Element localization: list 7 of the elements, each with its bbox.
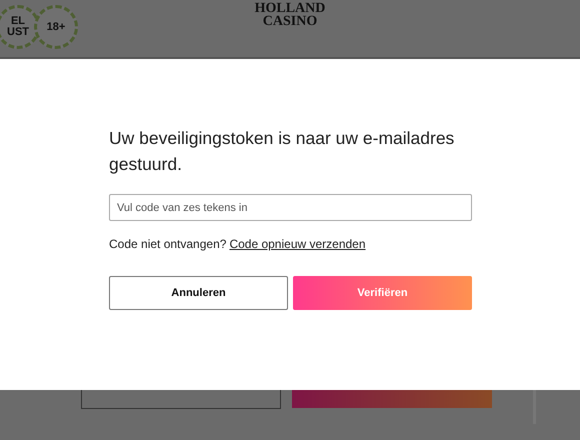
resend-prompt: Code niet ontvangen? [109,237,226,251]
casino-logo: HOLLAND CASINO [254,0,326,31]
dialog-title: Uw beveiligingstoken is naar uw e-mailadres gestuurd. [109,127,456,176]
resend-link[interactable]: Code opnieuw verzenden [229,237,366,251]
age-badge: 18+ [34,5,78,49]
cancel-button[interactable]: Annuleren [109,276,288,310]
code-input-field[interactable]: Vul code van zes tekens in [109,194,472,221]
